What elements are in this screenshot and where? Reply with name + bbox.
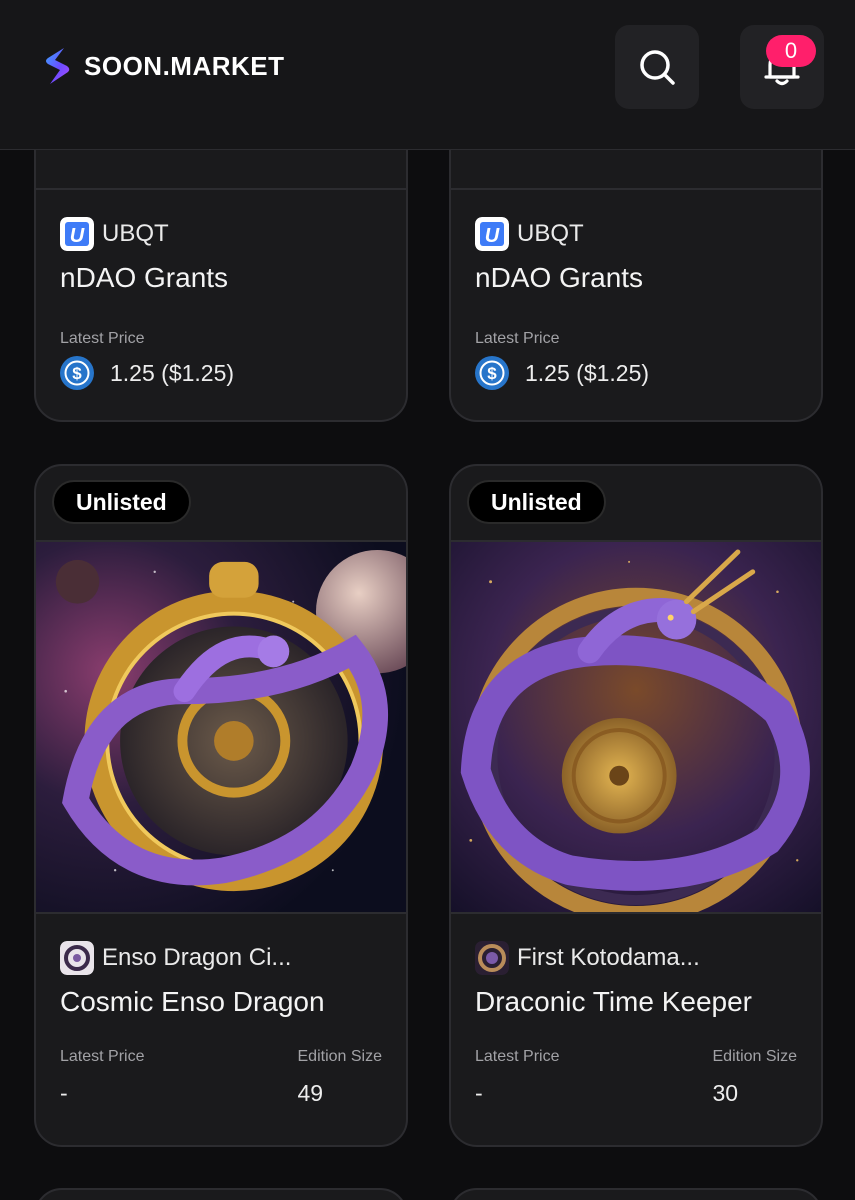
nft-card[interactable]: Unlisted [449,464,823,1147]
latest-price-label: Latest Price [475,1048,560,1065]
brand-name: SOON.MARKET [84,50,285,81]
collection-row: First Kotodama... [475,940,797,976]
edition-size-value: 30 [712,1080,739,1106]
ubqt-logo-icon: U [60,217,94,251]
nft-card[interactable]: U UBQT nDAO Grants Latest Price $ 1.25 (… [34,110,408,422]
nft-card[interactable]: Unlisted [34,464,408,1147]
latest-price-label: Latest Price [60,330,145,347]
collection-name: Enso Dragon Ci... [102,944,292,971]
usdc-icon: $ [475,356,509,390]
item-name: Draconic Time Keeper [475,986,753,1017]
edition-size-label: Edition Size [297,1048,383,1065]
nft-card[interactable] [34,1188,408,1200]
item-name: Cosmic Enso Dragon [60,986,325,1017]
nft-artwork-image [36,542,406,914]
edition-size-column: Edition Size 49 [298,1048,383,1107]
latest-price-column: Latest Price - [60,1048,144,1107]
latest-price-value: 1.25 ($1.25) [525,359,650,386]
brand-logo[interactable]: SOON.MARKET [42,46,285,86]
nft-card[interactable]: U UBQT nDAO Grants Latest Price $ 1.25 (… [449,110,823,422]
edition-size-column: Edition Size 30 [713,1048,798,1107]
kotodama-logo-icon [475,941,509,975]
search-icon [640,50,675,85]
unlisted-badge: Unlisted [52,480,191,524]
notification-count-badge: 0 [766,35,816,67]
latest-price-value: - [475,1080,483,1106]
soon-logo-icon [46,48,70,84]
nft-artwork-image [451,542,821,914]
svg-text:U: U [70,225,85,247]
collection-name: First Kotodama... [517,944,700,971]
enso-dragon-logo-icon [60,941,94,975]
svg-text:$: $ [487,364,497,383]
ubqt-logo-icon: U [475,217,509,251]
search-button[interactable] [615,25,699,109]
collection-row: U UBQT [60,216,382,252]
latest-price-column: Latest Price - [475,1048,559,1107]
svg-text:$: $ [72,364,82,383]
nft-card[interactable] [449,1188,823,1200]
latest-price-label: Latest Price [60,1048,145,1065]
usdc-icon: $ [60,356,94,390]
latest-price-label: Latest Price [475,330,560,347]
notifications-button[interactable]: 0 [740,25,824,109]
edition-size-label: Edition Size [712,1048,798,1065]
unlisted-badge: Unlisted [467,480,606,524]
collection-row: Enso Dragon Ci... [60,940,382,976]
collection-row: U UBQT [475,216,797,252]
latest-price-value: - [60,1080,68,1106]
item-name: nDAO Grants [475,262,644,293]
collection-name: UBQT [517,220,584,247]
svg-text:U: U [485,225,500,247]
collection-name: UBQT [102,220,169,247]
item-name: nDAO Grants [60,262,229,293]
top-bar: SOON.MARKET 0 [0,0,855,150]
edition-size-value: 49 [297,1080,324,1106]
latest-price-value: 1.25 ($1.25) [110,359,235,386]
